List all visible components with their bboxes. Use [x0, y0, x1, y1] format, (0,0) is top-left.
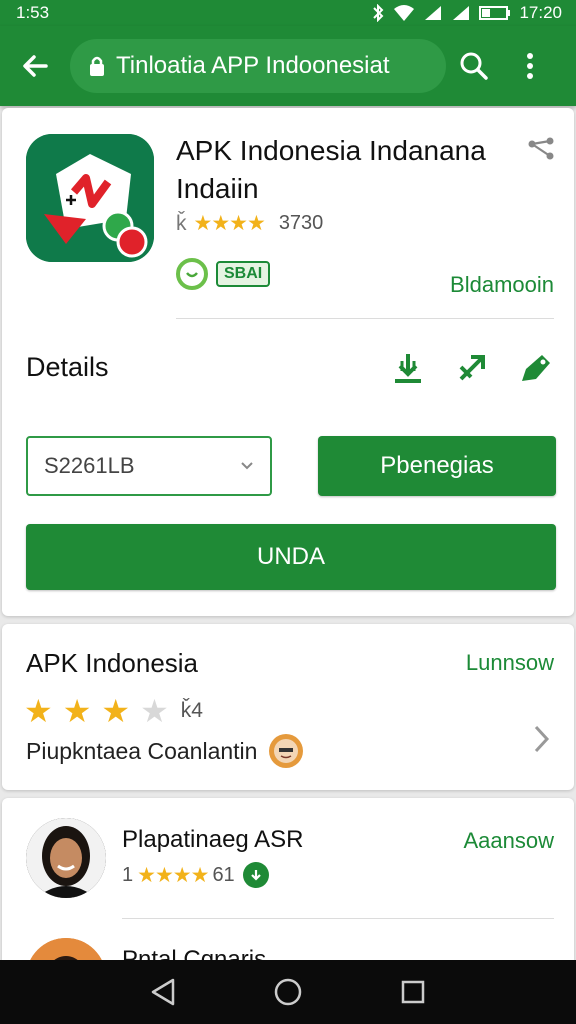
developer-link[interactable]: Bldamooin [450, 272, 554, 298]
chevron-right-icon[interactable] [528, 722, 554, 756]
badge-row: SBAI [176, 258, 271, 290]
primary-action-button[interactable]: UNDA [26, 524, 556, 590]
star-filled: ★ [62, 693, 92, 729]
app-rating: ǩ ★★★★ 3730 [176, 211, 323, 236]
expand-button[interactable] [450, 346, 494, 390]
status-time-left: 1:53 [16, 3, 50, 22]
details-title: Details [26, 352, 109, 382]
star-empty: ★ [140, 693, 169, 729]
signal-icon [423, 4, 443, 22]
share-button[interactable] [526, 136, 562, 166]
wifi-icon [393, 4, 415, 22]
toolbar: Tinloatia APP Indoonesiat [0, 26, 576, 106]
nav-back-icon [151, 978, 174, 1006]
download-icon [395, 354, 421, 383]
rating-prefix: ǩ [176, 211, 186, 235]
download-icon [242, 862, 269, 888]
share-icon [528, 137, 554, 160]
more-vert-icon [527, 53, 533, 79]
secondary-button[interactable]: Pbenegias [318, 436, 556, 496]
version-value: S2261LB [44, 453, 135, 478]
verified-icon [176, 258, 208, 290]
nav-back-button[interactable] [133, 962, 193, 1022]
rating-card-title: APK Indonesia [26, 648, 199, 678]
divider [176, 318, 554, 319]
rating-count: 3730 [278, 212, 324, 234]
signal-icon-2 [451, 4, 471, 22]
lock-icon [90, 56, 104, 76]
rating-card-score: ǩ4 [180, 699, 203, 722]
status-bar: 1:53 17:20 [0, 0, 576, 26]
rating-stars: ★★★★ [193, 212, 266, 235]
search-icon [460, 52, 488, 80]
list-item-link[interactable]: Aaansow [463, 828, 554, 854]
more-options-button[interactable] [502, 26, 558, 106]
rating-card-subtitle-row: Piupkntaea Coanlantin [26, 734, 304, 768]
list-item-rating-prefix: 1 [122, 863, 134, 886]
rating-card-subtitle: Piupkntaea Coanlantin [26, 737, 258, 764]
list-item-rating-count: 61 [212, 863, 235, 886]
battery-icon [479, 5, 511, 21]
nav-recents-icon [402, 980, 425, 1004]
nav-recents-button[interactable] [383, 962, 443, 1022]
url-bar[interactable]: Tinloatia APP Indoonesiat [70, 39, 446, 93]
back-arrow-icon [23, 55, 48, 77]
avatar [269, 734, 304, 768]
rating-card-link[interactable]: Lunnsow [466, 650, 554, 676]
related-apps-card: Plapatinaeg ASR 1 ★★★★ 61 Aaansow Pntal … [2, 798, 574, 978]
badge-label: SBAI [216, 261, 271, 287]
list-item-stars: ★★★★ [137, 863, 209, 887]
back-button[interactable] [0, 26, 70, 106]
status-icons: 17:20 [371, 3, 562, 23]
version-select[interactable]: S2261LB [26, 436, 272, 496]
rating-card-stars: ★ ★ ★ ★ ǩ4 [24, 692, 203, 730]
download-button[interactable] [386, 346, 430, 390]
avatar [26, 818, 106, 898]
list-item-rating: 1 ★★★★ 61 [122, 862, 269, 888]
app-title: APK Indonesia Indanana Indaiin [176, 135, 486, 204]
nav-home-button[interactable] [258, 962, 318, 1022]
app-icon [26, 134, 154, 262]
tag-icon [522, 355, 550, 381]
app-details-card: APK Indonesia Indanana Indaiin ǩ ★★★★ 37… [2, 108, 574, 616]
search-button[interactable] [446, 26, 502, 106]
tag-button[interactable] [514, 346, 558, 390]
chevron-down-icon [241, 462, 253, 470]
bluetooth-icon [371, 4, 385, 22]
list-item-name: Plapatinaeg ASR [122, 826, 304, 853]
url-title: Tinloatia APP Indoonesiat [116, 52, 390, 79]
list-item[interactable]: Plapatinaeg ASR 1 ★★★★ 61 Aaansow [2, 798, 574, 919]
status-time-right: 17:20 [519, 3, 562, 22]
star-filled: ★ [101, 693, 131, 729]
expand-icon [459, 355, 485, 381]
rating-card[interactable]: APK Indonesia Lunnsow ★ ★ ★ ★ ǩ4 Piupknt… [2, 624, 574, 790]
star-filled: ★ [24, 693, 53, 729]
nav-home-icon [274, 978, 302, 1006]
navigation-bar [0, 960, 576, 1024]
action-icons [386, 346, 558, 390]
